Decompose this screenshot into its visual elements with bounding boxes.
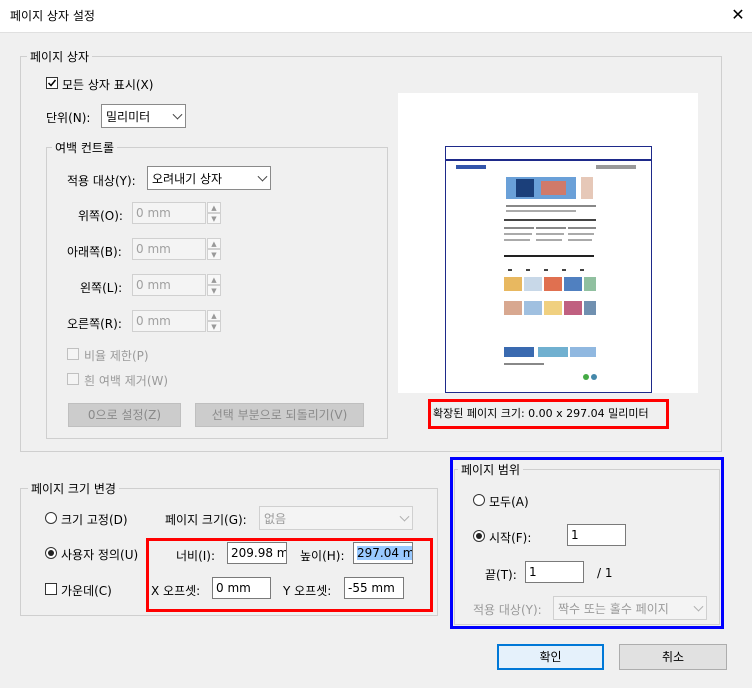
x-offset-label: X 오프셋: (151, 584, 201, 598)
right-margin-input[interactable]: 0 mm (132, 310, 206, 332)
spin-up-icon[interactable]: ▲ (207, 310, 221, 321)
show-all-boxes-checkbox[interactable] (46, 77, 58, 89)
set-to-zero-button[interactable]: 0으로 설정(Z) (68, 403, 181, 427)
left-margin-label: 왼쪽(L): (80, 281, 123, 295)
width-label: 너비(I): (176, 549, 216, 563)
page-range-apply-value: 짝수 또는 홀수 페이지 (558, 602, 669, 616)
page-range-apply-label: 적용 대상(Y): (473, 603, 542, 617)
left-margin-spinner[interactable]: ▲ ▼ (207, 274, 221, 296)
page-size-label: 페이지 크기(G): (165, 513, 247, 527)
show-all-boxes-label: 모든 상자 표시(X) (62, 78, 154, 92)
width-input[interactable]: 209.98 mm (227, 542, 287, 564)
height-label: 높이(H): (300, 549, 345, 563)
constrain-proportions-label: 비율 제한(P) (84, 349, 149, 363)
constrain-proportions-checkbox[interactable] (67, 348, 79, 360)
top-margin-input[interactable]: 0 mm (132, 202, 206, 224)
from-label: 시작(F): (489, 531, 532, 545)
page-range-legend: 페이지 범위 (458, 461, 524, 478)
chevron-down-icon (399, 511, 410, 522)
right-margin-label: 오른쪽(R): (67, 317, 122, 331)
radio-selected-dot (48, 550, 54, 556)
apply-to-select[interactable]: 오려내기 상자 (147, 166, 271, 190)
page-size-value: 없음 (264, 512, 287, 526)
chevron-down-icon (257, 171, 268, 182)
margin-controls-legend: 여백 컨트롤 (52, 139, 118, 156)
top-margin-label: 위쪽(O): (78, 209, 123, 223)
close-icon[interactable]: ✕ (726, 3, 750, 27)
from-input[interactable]: 1 (567, 524, 626, 546)
height-value: 297.04 mm (357, 546, 412, 560)
spin-up-icon[interactable]: ▲ (207, 202, 221, 213)
center-label: 가운데(C) (61, 584, 112, 598)
units-value: 밀리미터 (106, 110, 151, 124)
total-pages: / 1 (597, 566, 613, 580)
custom-size-label: 사용자 정의(U) (61, 548, 139, 562)
remove-white-margins-label: 흰 여백 제거(W) (84, 374, 169, 388)
spin-down-icon[interactable]: ▼ (207, 321, 221, 332)
left-margin-input[interactable]: 0 mm (132, 274, 206, 296)
height-input[interactable]: 297.04 mm (353, 542, 413, 564)
page-range-apply-select[interactable]: 짝수 또는 홀수 페이지 (553, 596, 707, 620)
units-select[interactable]: 밀리미터 (101, 104, 186, 128)
fixed-size-label: 크기 고정(D) (61, 513, 128, 527)
fixed-size-radio[interactable] (45, 512, 57, 524)
spin-down-icon[interactable]: ▼ (207, 285, 221, 296)
cancel-button[interactable]: 취소 (619, 644, 727, 670)
units-label: 단위(N): (46, 111, 91, 125)
page-boxes-legend: 페이지 상자 (27, 48, 93, 65)
bottom-margin-input[interactable]: 0 mm (132, 238, 206, 260)
all-pages-label: 모두(A) (489, 495, 529, 509)
dialog-title: 페이지 상자 설정 (10, 9, 95, 23)
all-pages-radio[interactable] (473, 494, 485, 506)
to-input[interactable]: 1 (525, 561, 584, 583)
expanded-size-label: 확장된 페이지 크기: 0.00 x 297.04 밀리미터 (433, 407, 649, 420)
spin-down-icon[interactable]: ▼ (207, 249, 221, 260)
apply-to-value: 오려내기 상자 (152, 172, 223, 186)
bottom-margin-spinner[interactable]: ▲ ▼ (207, 238, 221, 260)
page-thumbnail (445, 146, 652, 393)
remove-white-margins-checkbox[interactable] (67, 373, 79, 385)
custom-size-radio[interactable] (45, 547, 57, 559)
checkmark-icon (47, 79, 57, 87)
change-size-legend: 페이지 크기 변경 (28, 480, 119, 497)
radio-selected-dot (476, 533, 482, 539)
title-bar (0, 0, 752, 33)
apply-to-label: 적용 대상(Y): (67, 174, 136, 188)
page-size-select[interactable]: 없음 (259, 506, 413, 530)
page-content-thumbnail (446, 159, 651, 380)
ok-button[interactable]: 확인 (497, 644, 604, 670)
bottom-margin-label: 아래쪽(B): (67, 245, 122, 259)
y-offset-label: Y 오프셋: (283, 584, 332, 598)
from-radio[interactable] (473, 530, 485, 542)
chevron-down-icon (172, 109, 183, 120)
right-margin-spinner[interactable]: ▲ ▼ (207, 310, 221, 332)
center-checkbox[interactable] (45, 583, 57, 595)
x-offset-input[interactable]: 0 mm (212, 577, 271, 599)
spin-up-icon[interactable]: ▲ (207, 274, 221, 285)
to-label: 끝(T): (485, 568, 517, 582)
spin-down-icon[interactable]: ▼ (207, 213, 221, 224)
y-offset-input[interactable]: -55 mm (344, 577, 404, 599)
revert-to-selection-button[interactable]: 선택 부분으로 되돌리기(V) (195, 403, 364, 427)
spin-up-icon[interactable]: ▲ (207, 238, 221, 249)
top-margin-spinner[interactable]: ▲ ▼ (207, 202, 221, 224)
chevron-down-icon (693, 601, 704, 612)
